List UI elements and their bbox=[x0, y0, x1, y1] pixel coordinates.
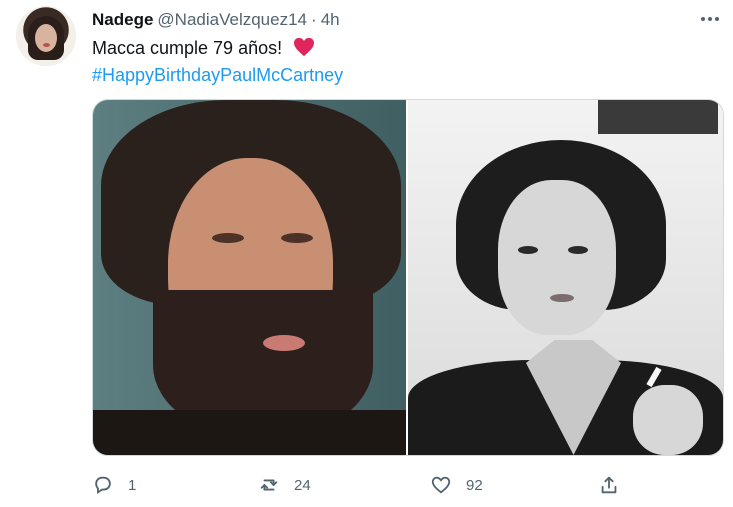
more-icon[interactable] bbox=[701, 11, 719, 27]
heart-icon bbox=[431, 476, 451, 494]
avatar-face-shape bbox=[35, 24, 57, 52]
retweet-button[interactable]: 24 bbox=[258, 470, 311, 500]
avatar-lips-shape bbox=[43, 43, 50, 47]
photo-left-shirt bbox=[93, 410, 406, 455]
separator-dot: · bbox=[311, 10, 317, 29]
media-grid bbox=[92, 99, 724, 456]
author-name[interactable]: Nadege bbox=[92, 10, 153, 30]
photo-right-mouth bbox=[550, 294, 574, 302]
reply-button[interactable]: 1 bbox=[92, 470, 136, 500]
more-dot-2 bbox=[708, 17, 712, 21]
photo-right-face bbox=[498, 180, 616, 335]
retweet-icon bbox=[260, 479, 278, 491]
tweet-photo-left[interactable] bbox=[93, 100, 406, 455]
tweet-card[interactable]: Nadege @NadiaVelzquez14 · 4h Macca cumpl… bbox=[0, 0, 733, 507]
photo-right-eye bbox=[518, 246, 538, 254]
retweet-count: 24 bbox=[294, 476, 311, 494]
photo-left-eye bbox=[281, 233, 313, 243]
tweet-text-line: Macca cumple 79 años! bbox=[92, 38, 283, 58]
photo-right-eye bbox=[568, 246, 588, 254]
red-heart-emoji bbox=[294, 37, 315, 57]
more-dot-3 bbox=[715, 17, 719, 21]
tweet-photo-right[interactable] bbox=[408, 100, 723, 455]
tweet-text: Macca cumple 79 años! #HappyBirthdayPaul… bbox=[92, 36, 702, 88]
author-handle[interactable]: @NadiaVelzquez14 bbox=[157, 10, 307, 30]
avatar[interactable] bbox=[16, 6, 76, 66]
photo-left-mouth bbox=[263, 335, 305, 351]
like-button[interactable]: 92 bbox=[430, 470, 483, 500]
tweet-time[interactable]: 4h bbox=[321, 10, 340, 30]
photo-left-eye bbox=[212, 233, 244, 243]
reply-icon bbox=[95, 476, 111, 495]
like-count: 92 bbox=[466, 476, 483, 494]
hashtag-link[interactable]: #HappyBirthdayPaulMcCartney bbox=[92, 63, 343, 88]
photo-right-background-object bbox=[598, 100, 718, 134]
photo-right-hand bbox=[633, 385, 703, 455]
share-icon bbox=[601, 476, 617, 494]
share-button[interactable] bbox=[598, 470, 620, 500]
reply-count: 1 bbox=[128, 476, 137, 494]
more-dot-1 bbox=[701, 17, 705, 21]
tweet-actions: 1 24 92 bbox=[92, 470, 672, 500]
tweet-header: Nadege @NadiaVelzquez14 · 4h bbox=[92, 9, 340, 31]
